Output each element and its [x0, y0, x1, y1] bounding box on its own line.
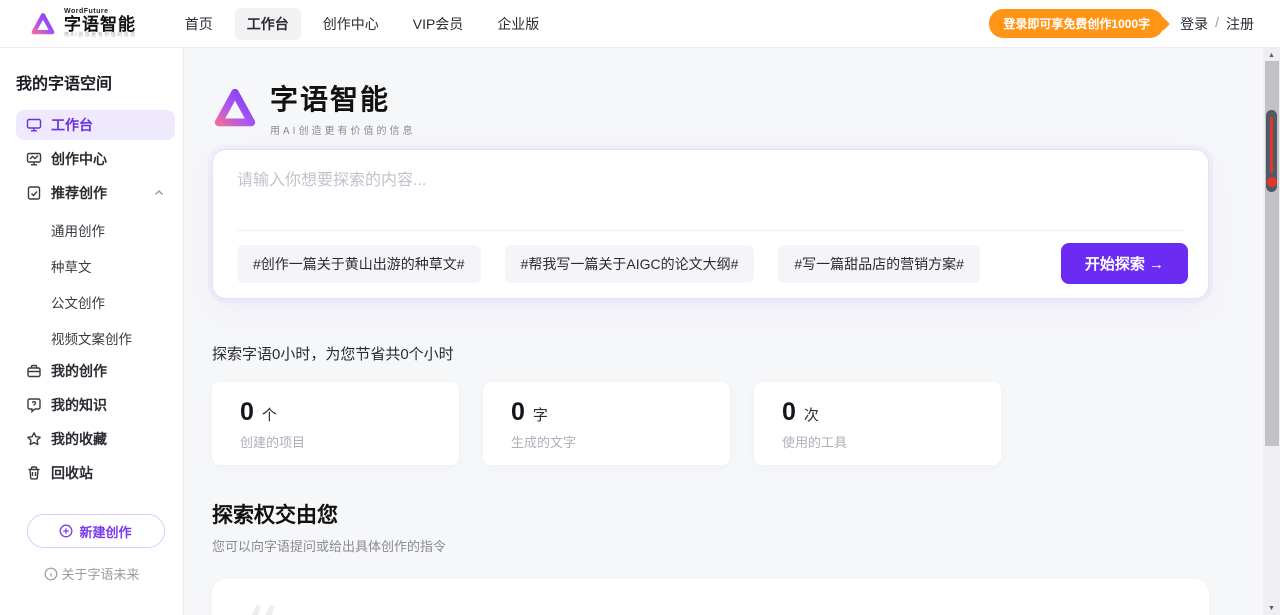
start-explore-button[interactable]: 开始探索 →: [1061, 243, 1188, 284]
section-title: 探索权交由您: [212, 499, 1209, 529]
trash-icon: [26, 465, 42, 481]
scrollbar-up-arrow[interactable]: ▲: [1263, 48, 1280, 62]
suggestion-chip-aigc[interactable]: #帮我写一篇关于AIGC的论文大纲#: [505, 245, 755, 283]
login-promo-badge[interactable]: 登录即可享免费创作1000字: [989, 9, 1164, 38]
suggestion-chip-huangshan[interactable]: #创作一篇关于黄山出游的种草文#: [237, 245, 481, 283]
page-scrollbar[interactable]: ▲ ▼: [1263, 48, 1280, 615]
doc-check-icon: [26, 185, 42, 201]
sidebar-item-my-creations[interactable]: 我的创作: [16, 356, 175, 386]
login-link[interactable]: 登录: [1180, 14, 1208, 34]
suggestion-chips-row: #创作一篇关于黄山出游的种草文# #帮我写一篇关于AIGC的论文大纲# #写一篇…: [213, 231, 1208, 298]
nav-item-creation-center[interactable]: 创作中心: [311, 8, 391, 40]
scrollbar-down-arrow[interactable]: ▼: [1263, 601, 1280, 615]
stat-card-tools: 0 次 使用的工具: [754, 382, 1001, 465]
hero-tagline: 用AI创造更有价值的信息: [270, 122, 415, 137]
header-logo[interactable]: WordFuture 字语智能 用AI创造更有价值的信息: [30, 8, 137, 38]
brand-name: 字语智能: [64, 16, 137, 34]
sidebar-item-workbench[interactable]: 工作台: [16, 110, 175, 140]
stat-value: 0: [511, 398, 525, 427]
stat-card-projects: 0 个 创建的项目: [212, 382, 459, 465]
stat-cards-row: 0 个 创建的项目 0 字 生成的文字 0 次 使用的工具: [212, 382, 1209, 465]
brand-triangle-icon: [30, 11, 56, 37]
sidebar-item-label: 工作台: [51, 115, 93, 135]
stat-label: 生成的文字: [511, 432, 702, 451]
scroll-progress-thermometer-icon: [1266, 110, 1277, 192]
brand-triangle-icon: [212, 85, 258, 131]
new-creation-button[interactable]: 新建创作: [27, 514, 165, 548]
chat-question-icon: [26, 397, 42, 413]
main-nav: 首页 工作台 创作中心 VIP会员 企业版: [173, 8, 552, 40]
sidebar-subitem-video[interactable]: 视频文案创作: [16, 320, 175, 356]
sidebar-subitem-general[interactable]: 通用创作: [16, 212, 175, 248]
about-label: 关于字语未来: [61, 564, 139, 583]
auth-separator: /: [1215, 14, 1219, 34]
sidebar-item-recycle-bin[interactable]: 回收站: [16, 458, 175, 488]
about-link[interactable]: 关于字语未来: [43, 564, 139, 583]
main-content: 字语智能 用AI创造更有价值的信息 #创作一篇关于黄山出游的种草文# #帮我写一…: [185, 48, 1263, 615]
brand-tagline: 用AI创造更有价值的信息: [64, 33, 137, 38]
briefcase-icon: [26, 363, 42, 379]
sidebar-item-favorites[interactable]: 我的收藏: [16, 424, 175, 454]
sidebar-item-label: 我的知识: [51, 395, 107, 415]
qa-example-card: ❝ 字语智能是什么? 嘿，帮我创作一篇北京出游攻略: [212, 579, 1209, 615]
register-link[interactable]: 注册: [1226, 14, 1254, 34]
stats-summary: 探索字语0小时，为您节省共0个小时: [212, 343, 1209, 364]
section-subtitle: 您可以向字语提问或给出具体创作的指令: [212, 536, 1209, 555]
suggestion-chip-dessert[interactable]: #写一篇甜品店的营销方案#: [778, 245, 980, 283]
sidebar-item-label: 我的收藏: [51, 429, 107, 449]
auth-links: 登录 / 注册: [1180, 14, 1254, 34]
sidebar-item-label: 回收站: [51, 463, 93, 483]
sidebar-subitem-seeding[interactable]: 种草文: [16, 248, 175, 284]
search-card: #创作一篇关于黄山出游的种草文# #帮我写一篇关于AIGC的论文大纲# #写一篇…: [212, 149, 1209, 299]
stat-unit: 字: [533, 404, 548, 425]
stat-unit: 次: [804, 404, 819, 425]
nav-item-enterprise[interactable]: 企业版: [485, 8, 551, 40]
plus-circle-icon: [59, 524, 73, 538]
info-icon: [43, 567, 57, 581]
sidebar-item-label: 推荐创作: [51, 183, 107, 203]
top-header: WordFuture 字语智能 用AI创造更有价值的信息 首页 工作台 创作中心…: [0, 0, 1280, 48]
sidebar-item-recommend[interactable]: 推荐创作: [16, 178, 175, 208]
monitor-icon: [26, 117, 42, 133]
chart-monitor-icon: [26, 151, 42, 167]
sidebar-item-label: 我的创作: [51, 361, 107, 381]
sidebar-item-creation-center[interactable]: 创作中心: [16, 144, 175, 174]
sidebar-item-label: 创作中心: [51, 149, 107, 169]
hero-brand-name: 字语智能: [270, 78, 415, 118]
chevron-up-icon[interactable]: [153, 187, 165, 199]
nav-item-workbench[interactable]: 工作台: [235, 8, 301, 40]
stat-unit: 个: [262, 404, 277, 425]
stat-label: 创建的项目: [240, 432, 431, 451]
stat-value: 0: [782, 398, 796, 427]
nav-item-home[interactable]: 首页: [173, 8, 225, 40]
sidebar: 我的字语空间 工作台 创作中心 推荐创作 通用创作 种草文 公文创作 视频文案创…: [0, 48, 184, 615]
hero-logo: 字语智能 用AI创造更有价值的信息: [212, 78, 1209, 137]
sidebar-title: 我的字语空间: [16, 70, 175, 94]
sidebar-subitem-official[interactable]: 公文创作: [16, 284, 175, 320]
new-creation-label: 新建创作: [79, 522, 131, 541]
search-input[interactable]: [237, 166, 1184, 230]
stat-value: 0: [240, 398, 254, 427]
sidebar-item-my-knowledge[interactable]: 我的知识: [16, 390, 175, 420]
quote-icon: ❝: [246, 599, 280, 615]
stat-label: 使用的工具: [782, 432, 973, 451]
stat-card-words: 0 字 生成的文字: [483, 382, 730, 465]
star-icon: [26, 431, 42, 447]
nav-item-vip[interactable]: VIP会员: [401, 8, 476, 40]
